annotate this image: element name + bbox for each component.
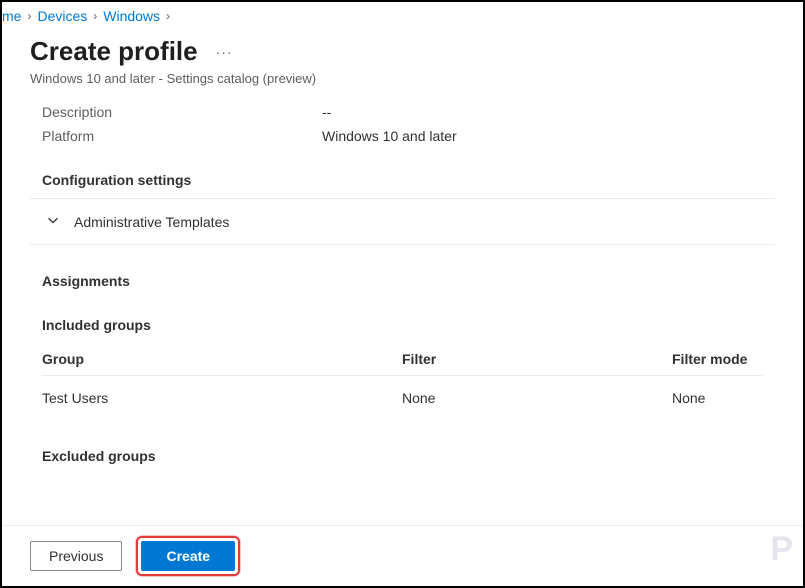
footer-bar: Previous Create [2,525,803,586]
create-button[interactable]: Create [141,541,235,571]
page-title: Create profile [30,36,198,67]
table-row: Test Users None None [42,376,763,420]
chevron-right-icon: › [166,9,170,23]
table-header: Group Filter Filter mode [42,343,763,376]
th-group: Group [42,351,402,367]
th-filter: Filter [402,351,672,367]
detail-label: Platform [42,128,322,144]
detail-value: Windows 10 and later [322,128,457,144]
chevron-right-icon: › [27,9,31,23]
included-groups-heading: Included groups [42,317,763,333]
td-filter: None [402,390,672,406]
breadcrumb-item-devices[interactable]: Devices [37,8,87,24]
td-filter-mode: None [672,390,763,406]
th-filter-mode: Filter mode [672,351,763,367]
td-group: Test Users [42,390,402,406]
assignments-heading: Assignments [42,273,763,289]
chevron-right-icon: › [93,9,97,23]
settings-group-label: Administrative Templates [74,214,229,230]
detail-row-platform: Platform Windows 10 and later [42,128,763,144]
settings-group-admin-templates[interactable]: Administrative Templates [30,198,775,245]
excluded-groups-heading: Excluded groups [42,448,763,464]
breadcrumb-item-home[interactable]: me [2,8,21,24]
included-groups-table: Group Filter Filter mode Test Users None… [42,343,763,420]
breadcrumb: me › Devices › Windows › [2,2,803,24]
chevron-down-icon [46,213,60,230]
create-button-highlight: Create [136,536,240,576]
previous-button[interactable]: Previous [30,541,122,571]
config-settings-heading: Configuration settings [42,172,763,188]
detail-row-description: Description -- [42,104,763,120]
breadcrumb-item-windows[interactable]: Windows [103,8,160,24]
detail-label: Description [42,104,322,120]
detail-value: -- [322,104,331,120]
page-subtitle: Windows 10 and later - Settings catalog … [30,71,775,86]
more-icon[interactable]: ··· [216,44,233,60]
